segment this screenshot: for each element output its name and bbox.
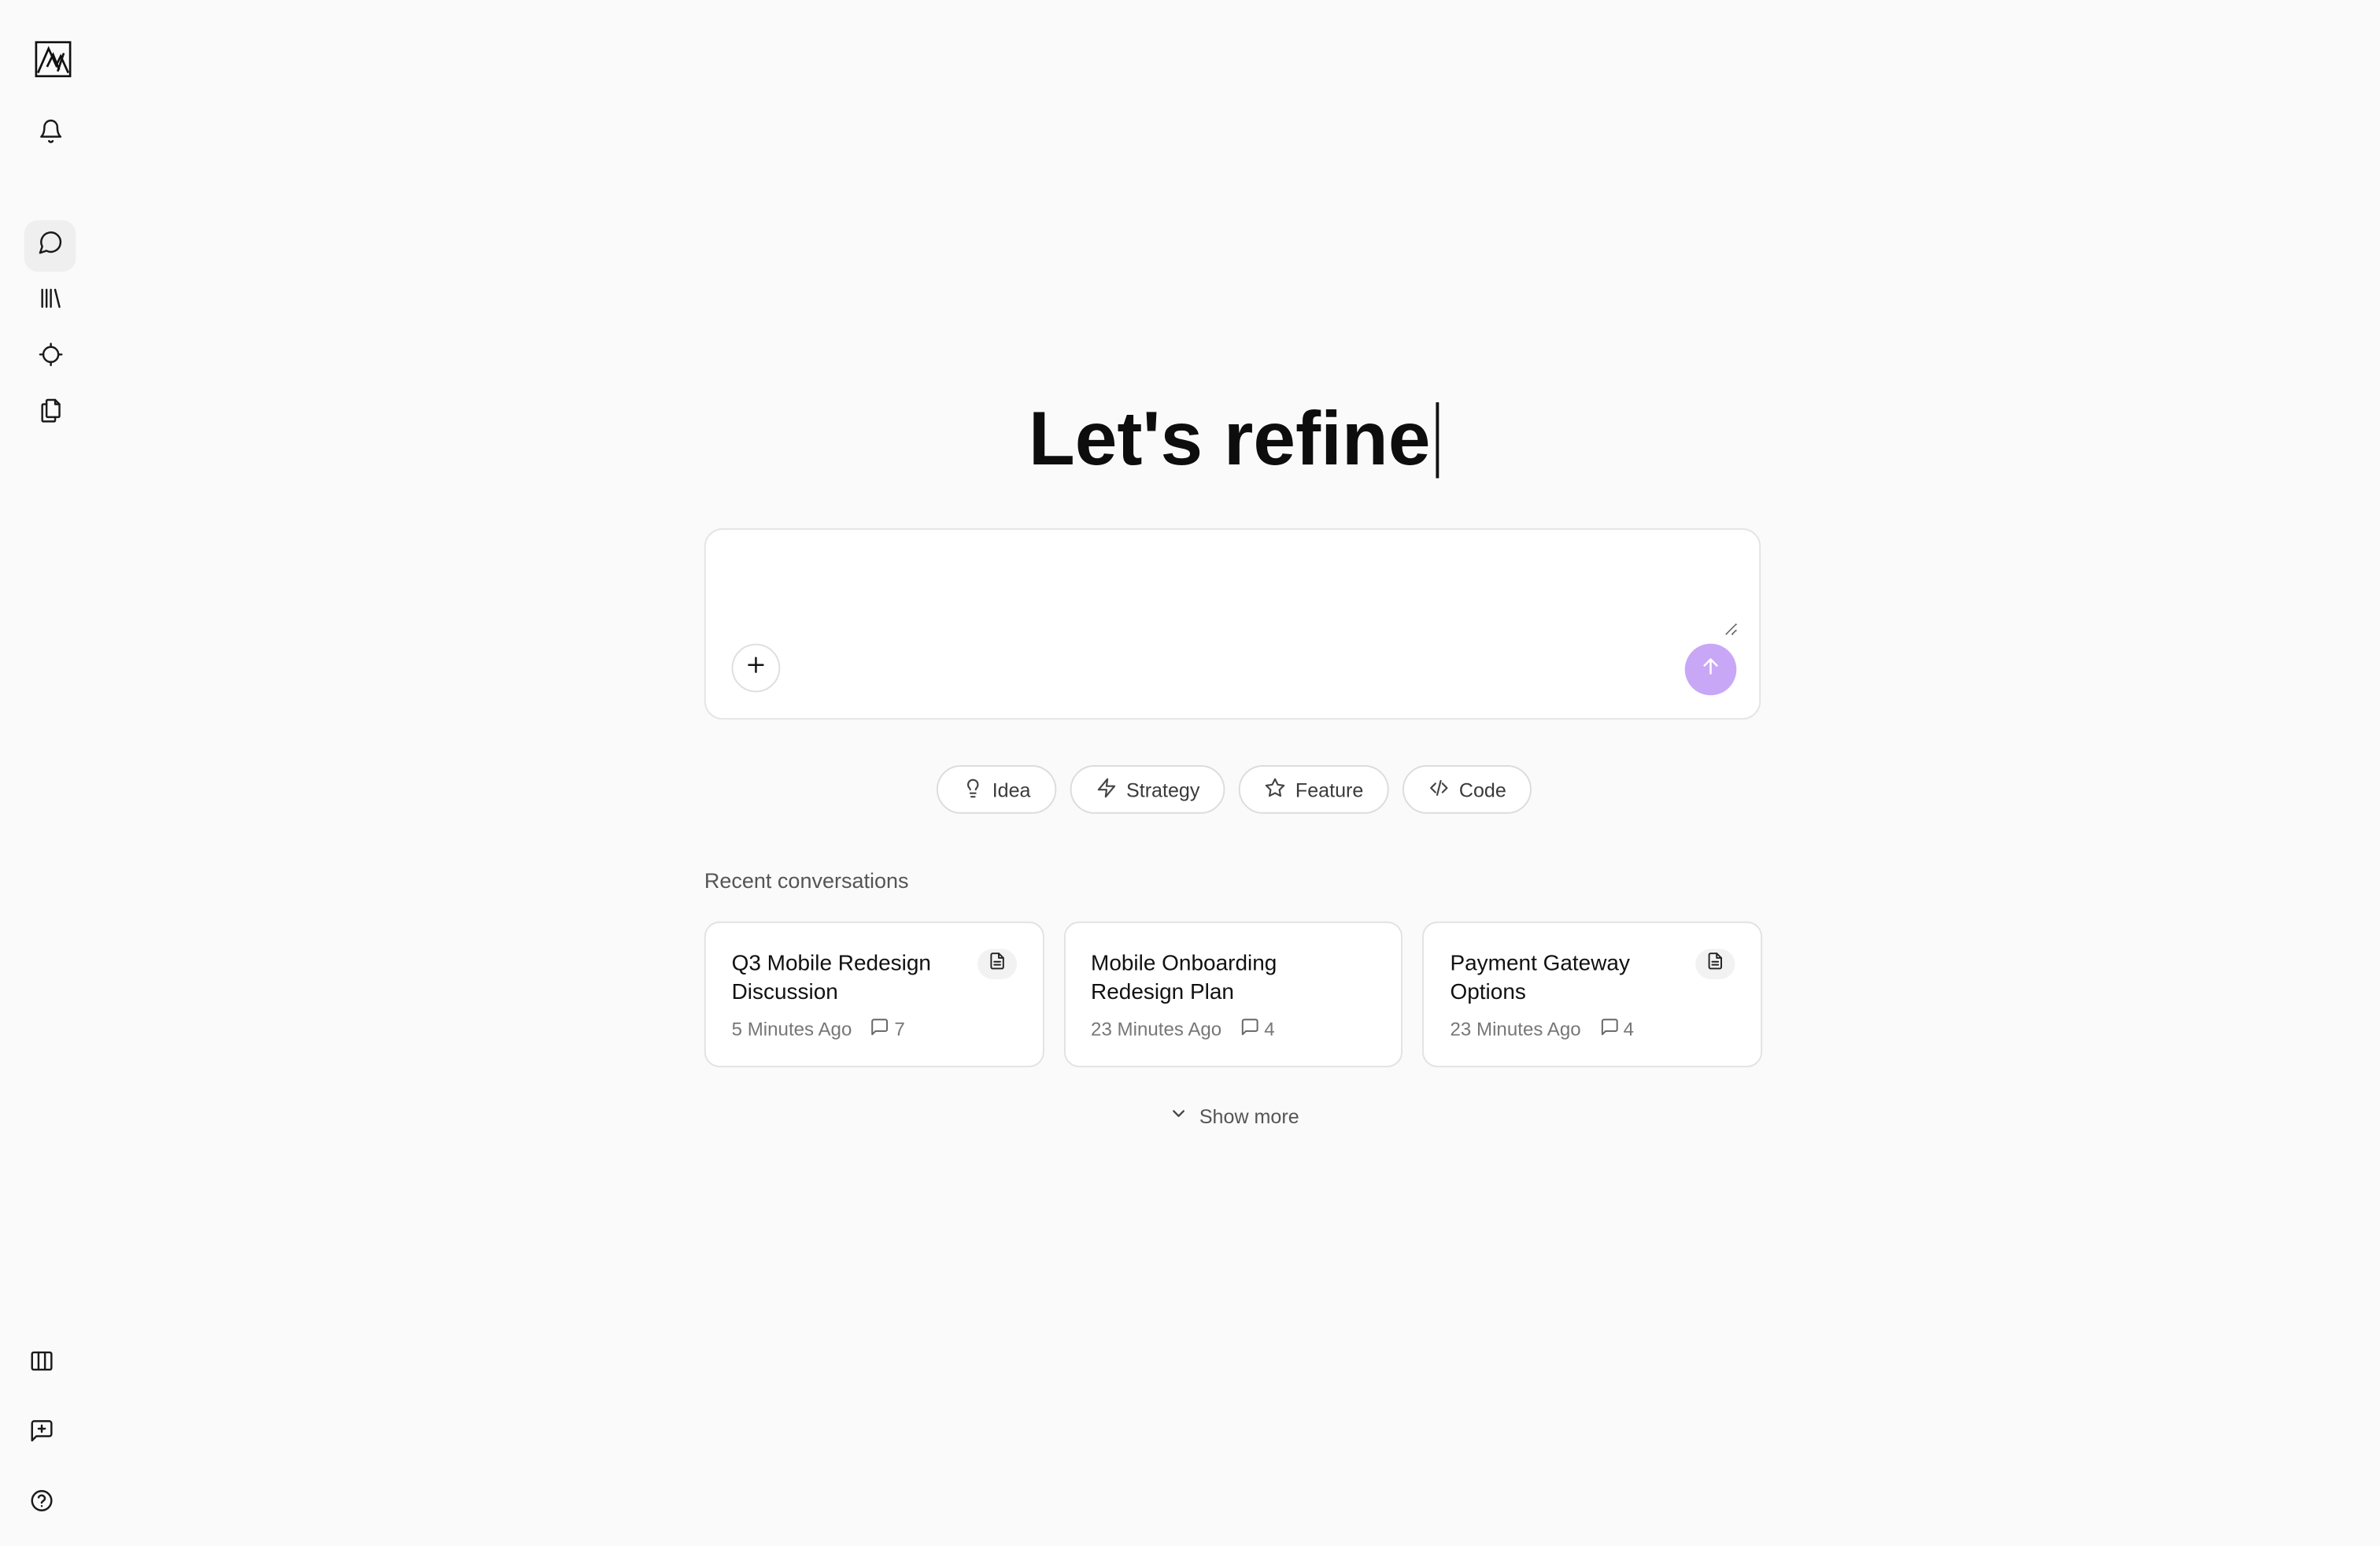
chip-label: Code (1458, 778, 1506, 801)
plus-icon (745, 653, 767, 682)
nav-library[interactable] (24, 276, 76, 328)
conversation-time: 23 Minutes Ago (1091, 1019, 1222, 1041)
message-count-value: 4 (1623, 1019, 1635, 1041)
chip-strategy[interactable]: Strategy (1070, 765, 1226, 814)
message-count-value: 4 (1264, 1019, 1275, 1041)
prompt-input[interactable] (730, 551, 1739, 637)
columns-icon (28, 1348, 54, 1381)
star-icon (1265, 776, 1286, 802)
chat-icon (37, 229, 63, 262)
page-title: Let's refine (0, 392, 2380, 486)
conversation-time: 5 Minutes Ago (731, 1019, 852, 1041)
conversation-meta: 5 Minutes Ago 7 (732, 1017, 905, 1041)
feedback-icon (28, 1418, 54, 1451)
conversation-title: Q3 Mobile Redesign Discussion (731, 952, 931, 1004)
prompt-composer (704, 528, 1761, 720)
text-caret (1436, 402, 1440, 479)
chip-label: Feature (1295, 778, 1364, 801)
chip-idea[interactable]: Idea (936, 765, 1057, 814)
add-attachment-button[interactable] (731, 643, 781, 693)
nav-target[interactable] (24, 332, 76, 384)
conversation-meta: 23 Minutes Ago 4 (1450, 1017, 1634, 1041)
nav-chat[interactable] (24, 220, 76, 272)
library-icon (37, 286, 63, 319)
send-button[interactable] (1684, 643, 1737, 696)
arrow-up-icon (1700, 655, 1721, 684)
zap-icon (1096, 776, 1117, 802)
chip-feature[interactable]: Feature (1239, 765, 1390, 814)
message-icon (1240, 1017, 1259, 1041)
conversation-meta: 23 Minutes Ago 4 (1091, 1017, 1275, 1041)
document-icon (1706, 950, 1724, 978)
chevron-down-icon (1169, 1104, 1188, 1128)
document-icon (988, 950, 1006, 978)
lightbulb-icon (962, 776, 983, 802)
notifications-button[interactable] (24, 109, 76, 161)
message-count: 4 (1599, 1017, 1634, 1041)
app-logo[interactable] (35, 41, 72, 78)
prompt-chips: Idea Strategy Feature Code (0, 765, 2380, 814)
recent-conversations-heading: Recent conversations (704, 868, 909, 893)
conversation-card[interactable]: Mobile Onboarding Redesign Plan 23 Minut… (1063, 921, 1403, 1067)
target-icon (37, 342, 63, 375)
conversation-title: Mobile Onboarding Redesign Plan (1091, 952, 1277, 1004)
conversation-card[interactable]: Q3 Mobile Redesign Discussion 5 Minutes … (704, 921, 1044, 1067)
help-button[interactable] (15, 1478, 67, 1530)
message-count-value: 7 (894, 1019, 905, 1041)
conversation-card[interactable]: Payment Gateway Options 23 Minutes Ago 4 (1422, 921, 1763, 1067)
message-icon (1599, 1017, 1619, 1041)
message-count: 4 (1240, 1017, 1275, 1041)
message-icon (870, 1017, 890, 1041)
recent-conversations-list: Q3 Mobile Redesign Discussion 5 Minutes … (704, 921, 1763, 1067)
help-icon (28, 1488, 54, 1521)
toggle-panels-button[interactable] (15, 1339, 67, 1391)
conversation-title: Payment Gateway Options (1450, 952, 1630, 1004)
document-badge (977, 949, 1017, 979)
show-more-label: Show more (1199, 1104, 1299, 1127)
chip-label: Strategy (1126, 778, 1200, 801)
bell-icon (37, 118, 63, 151)
chip-code[interactable]: Code (1402, 765, 1532, 814)
app-root: Let's refine Idea Strategy Feature Code … (0, 0, 2380, 1546)
conversation-time: 23 Minutes Ago (1450, 1019, 1581, 1041)
chip-label: Idea (992, 778, 1031, 801)
show-more-button[interactable]: Show more (0, 1104, 2380, 1128)
message-count: 7 (870, 1017, 905, 1041)
code-icon (1428, 776, 1450, 802)
document-badge (1695, 949, 1735, 979)
page-title-text: Let's refine (1028, 396, 1431, 482)
feedback-button[interactable] (15, 1409, 67, 1461)
